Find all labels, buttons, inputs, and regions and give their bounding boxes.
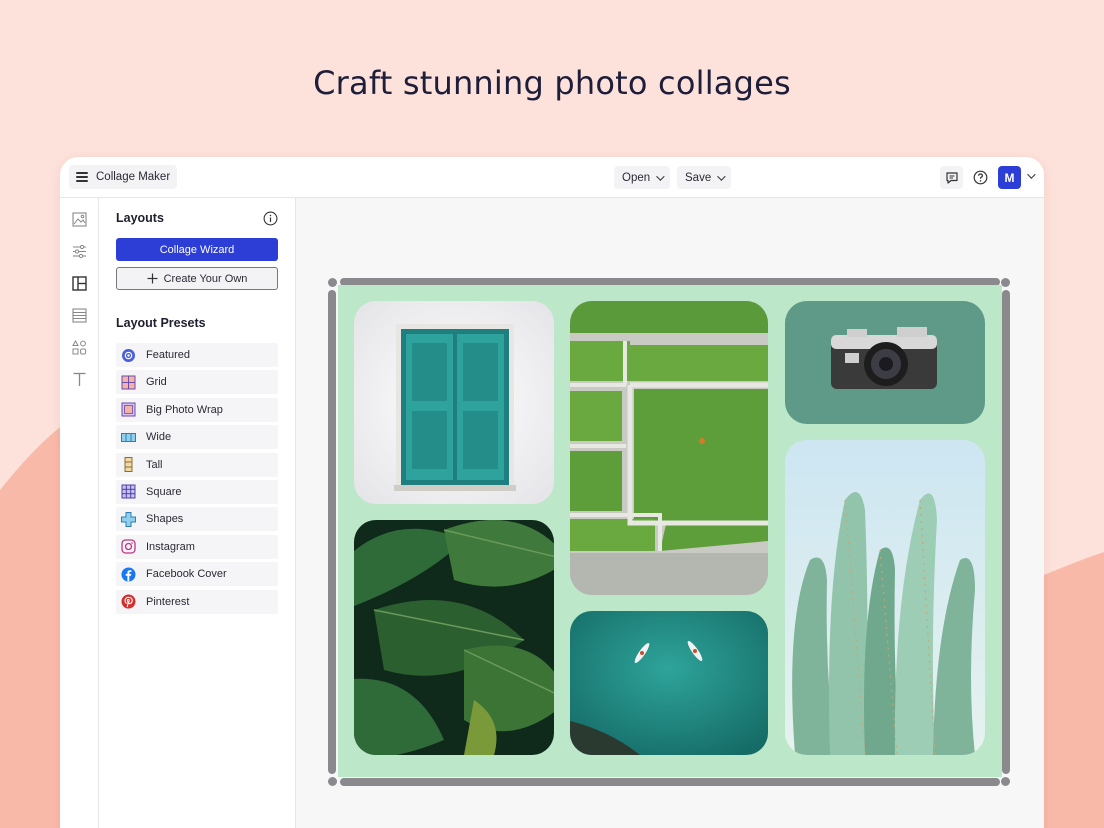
facebook-icon	[121, 567, 136, 582]
collage-canvas[interactable]	[338, 285, 1002, 777]
preset-big-photo-wrap[interactable]: Big Photo Wrap	[116, 397, 278, 422]
green-rooftop-photo[interactable]	[570, 301, 768, 595]
corner-handle-bottom-left[interactable]	[328, 777, 337, 786]
grid-icon	[121, 375, 136, 390]
preset-tall[interactable]: Tall	[116, 452, 278, 477]
user-avatar[interactable]: M	[998, 166, 1021, 189]
shapes-icon[interactable]	[72, 340, 87, 355]
resize-handle-left[interactable]	[328, 290, 336, 774]
sliders-icon[interactable]	[72, 244, 87, 259]
texture-icon[interactable]	[72, 308, 87, 323]
pinterest-icon	[121, 594, 136, 609]
create-label: Create Your Own	[163, 272, 248, 285]
save-label: Save	[685, 171, 712, 184]
corner-handle-bottom-right[interactable]	[1001, 777, 1010, 786]
preset-square[interactable]: Square	[116, 479, 278, 504]
preset-label: Facebook Cover	[146, 568, 227, 581]
preset-label: Grid	[146, 376, 167, 389]
teal-door-photo[interactable]	[354, 301, 554, 504]
presets-title: Layout Presets	[116, 316, 206, 330]
chevron-down-icon	[717, 171, 726, 181]
preset-list: Featured Grid Big Photo Wrap Wide Tall S…	[116, 343, 278, 617]
vintage-camera-photo[interactable]	[785, 301, 985, 424]
plus-icon	[147, 273, 158, 284]
chevron-down-icon	[656, 171, 665, 181]
preset-featured[interactable]: Featured	[116, 343, 278, 367]
image-icon[interactable]	[72, 212, 87, 227]
top-bar: Collage Maker Open Save M	[60, 157, 1044, 198]
wide-icon	[121, 432, 136, 442]
layout-icon[interactable]	[72, 276, 87, 291]
preset-label: Tall	[146, 458, 163, 471]
resize-handle-bottom[interactable]	[340, 778, 1000, 786]
chevron-down-icon[interactable]	[1027, 170, 1036, 179]
preset-label: Instagram	[146, 540, 195, 553]
info-icon[interactable]	[263, 211, 278, 226]
open-button[interactable]: Open	[614, 166, 671, 189]
preset-label: Pinterest	[146, 595, 190, 608]
big-photo-wrap-icon	[121, 402, 136, 417]
preset-label: Square	[146, 485, 182, 498]
app-name: Collage Maker	[96, 171, 171, 183]
panel-title: Layouts	[116, 211, 164, 225]
preset-label: Featured	[146, 349, 191, 361]
preset-shapes[interactable]: Shapes	[116, 507, 278, 532]
help-icon	[973, 170, 988, 185]
instagram-icon	[121, 539, 136, 554]
cactus-photo[interactable]	[785, 440, 985, 755]
open-label: Open	[622, 171, 651, 184]
kayaks-sea-photo[interactable]	[570, 611, 768, 755]
hamburger-icon	[76, 172, 88, 182]
help-button[interactable]	[969, 166, 992, 189]
preset-instagram[interactable]: Instagram	[116, 534, 278, 559]
preset-grid[interactable]: Grid	[116, 370, 278, 395]
tool-rail	[60, 198, 99, 828]
page-headline: Craft stunning photo collages	[313, 64, 791, 102]
preset-pinterest[interactable]: Pinterest	[116, 589, 278, 614]
layouts-panel: Layouts Collage Wizard Create Your Own L…	[99, 198, 296, 828]
featured-icon	[122, 348, 135, 362]
comment-icon	[945, 171, 958, 184]
preset-label: Big Photo Wrap	[146, 403, 223, 416]
comments-button[interactable]	[940, 166, 963, 189]
shapes-preset-icon	[121, 511, 136, 527]
resize-handle-right[interactable]	[1002, 290, 1010, 774]
text-icon[interactable]	[72, 372, 87, 387]
preset-label: Wide	[146, 431, 172, 444]
app-menu-button[interactable]: Collage Maker	[69, 165, 178, 189]
canvas-area	[296, 198, 1044, 828]
corner-handle-top-right[interactable]	[1001, 278, 1010, 287]
tall-icon	[124, 457, 133, 473]
app-window: Collage Maker Open Save M Layouts Collag…	[60, 157, 1044, 828]
preset-facebook-cover[interactable]: Facebook Cover	[116, 562, 278, 587]
create-your-own-button[interactable]: Create Your Own	[116, 267, 278, 290]
collage-frame	[328, 278, 1010, 786]
square-icon	[121, 484, 136, 499]
monstera-leaves-photo[interactable]	[354, 520, 554, 755]
preset-label: Shapes	[146, 513, 184, 526]
corner-handle-top-left[interactable]	[328, 278, 337, 287]
preset-wide[interactable]: Wide	[116, 425, 278, 450]
collage-wizard-button[interactable]: Collage Wizard	[116, 238, 278, 261]
save-button[interactable]: Save	[677, 166, 732, 189]
